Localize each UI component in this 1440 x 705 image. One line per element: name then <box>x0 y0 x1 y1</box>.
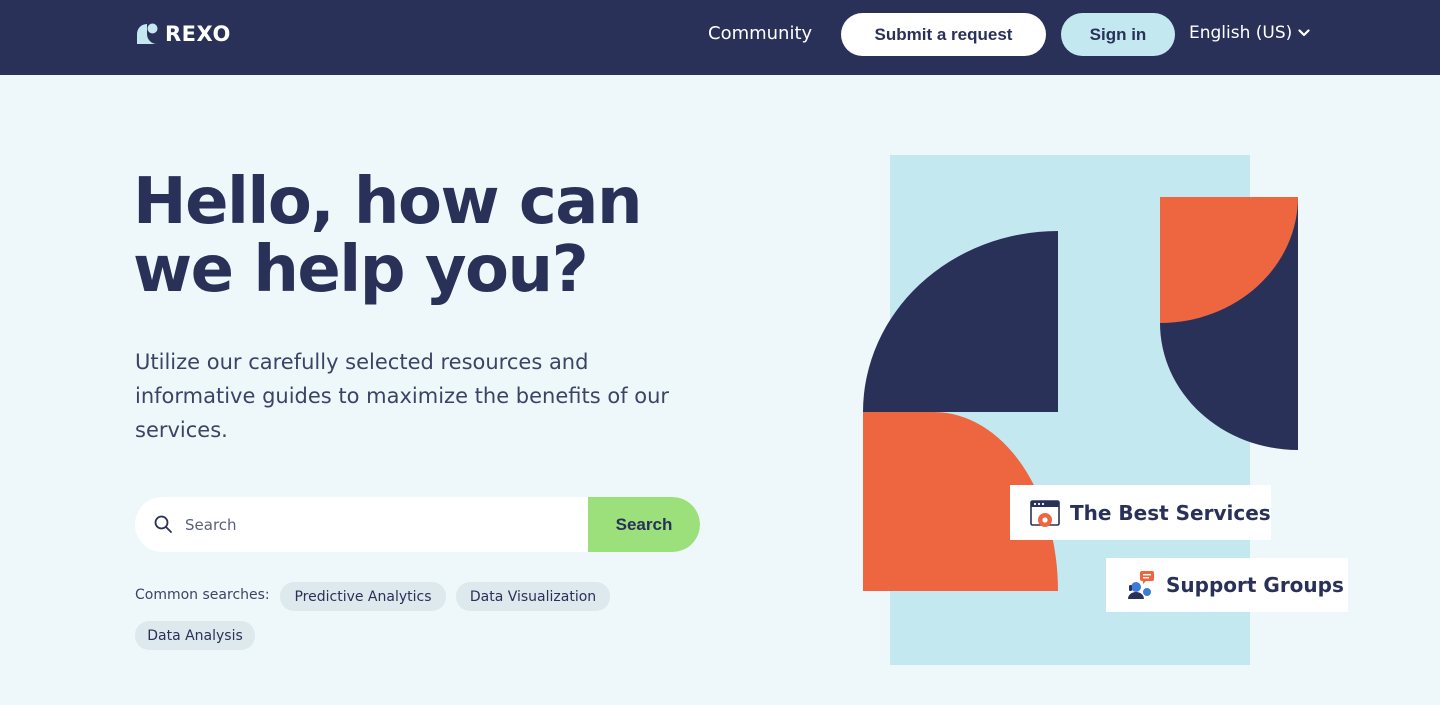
search-bar: Search <box>135 497 700 552</box>
support-groups-card: Support Groups <box>1106 558 1348 612</box>
common-searches-label: Common searches: <box>135 587 270 603</box>
browser-gear-icon <box>1030 499 1060 527</box>
search-input[interactable] <box>185 497 585 552</box>
support-headset-icon <box>1128 571 1154 599</box>
rexo-logo[interactable]: REXO <box>135 22 231 46</box>
chevron-down-icon <box>1298 29 1310 37</box>
orange-quarter-top <box>1160 197 1298 323</box>
page-title: Hello, how can we help you? <box>133 165 643 307</box>
navy-quarter-right <box>1160 300 1298 450</box>
language-label: English (US) <box>1189 23 1293 43</box>
support-groups-label: Support Groups <box>1166 573 1344 597</box>
submit-request-button[interactable]: Submit a request <box>841 13 1046 56</box>
nav-community-link[interactable]: Community <box>708 23 812 44</box>
chip-data-visualization[interactable]: Data Visualization <box>456 582 610 611</box>
search-icon <box>154 515 172 533</box>
chip-data-analysis[interactable]: Data Analysis <box>135 621 255 650</box>
language-selector[interactable]: English (US) <box>1189 23 1310 43</box>
hero-subtitle: Utilize our carefully selected resources… <box>135 350 670 442</box>
logo-mark-icon <box>137 23 158 44</box>
best-services-card: The Best Services <box>1010 485 1271 540</box>
search-button[interactable]: Search <box>588 497 700 552</box>
navy-bar-right <box>1160 197 1298 300</box>
navy-quarter-left <box>863 231 1058 412</box>
top-navbar: REXO Community Submit a request Sign in … <box>0 0 1440 75</box>
logo-text: REXO <box>165 22 231 46</box>
sign-in-button[interactable]: Sign in <box>1061 13 1175 56</box>
best-services-label: The Best Services <box>1070 500 1271 525</box>
chip-predictive-analytics[interactable]: Predictive Analytics <box>280 582 446 611</box>
